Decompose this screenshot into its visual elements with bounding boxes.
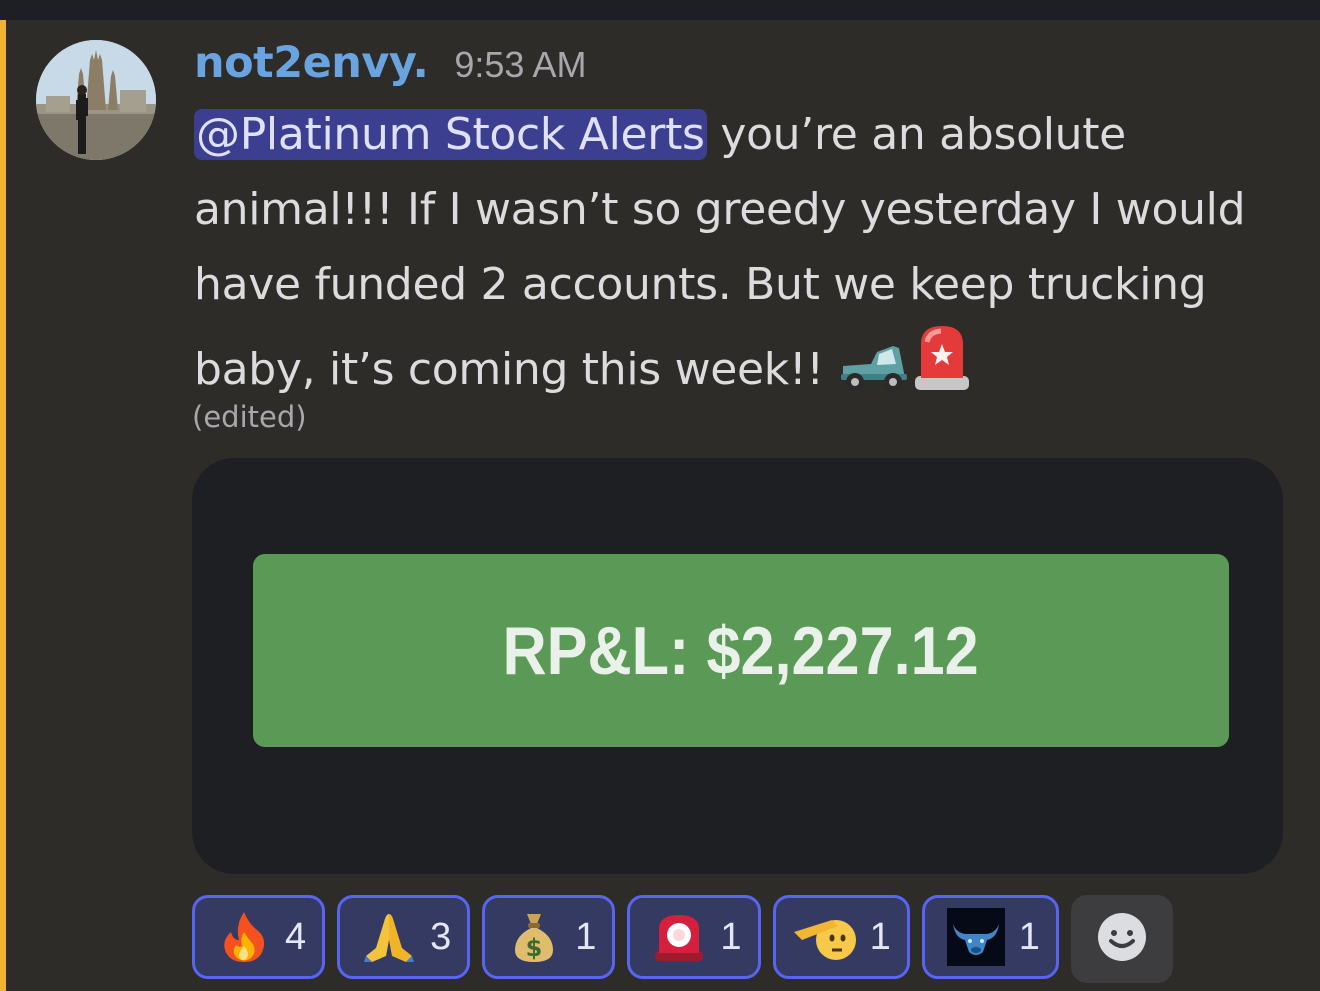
reaction-saluting-face[interactable]: 1 — [772, 895, 910, 979]
rotating-light-icon — [911, 322, 973, 417]
reaction-bull-custom[interactable]: 1 — [921, 895, 1059, 979]
reaction-rotating-light[interactable]: 1 — [627, 895, 761, 979]
pnl-value: RP&L: $2,227.12 — [502, 612, 980, 689]
rotating-light-icon — [652, 910, 706, 964]
message-header: not2envy. 9:53 AM — [194, 38, 586, 88]
bull-icon — [946, 908, 1005, 966]
reaction-count: 1 — [869, 915, 891, 958]
highlight-accent-bar — [0, 20, 6, 991]
svg-text:$: $ — [526, 934, 543, 962]
folded-hands-icon — [362, 910, 416, 964]
user-avatar[interactable] — [36, 40, 156, 160]
user-mention[interactable]: @Platinum Stock Alerts — [194, 109, 707, 160]
pnl-banner: RP&L: $2,227.12 — [253, 554, 1229, 747]
reaction-count: 1 — [575, 915, 597, 958]
smiley-face-icon — [1096, 911, 1148, 967]
add-reaction-button[interactable] — [1070, 895, 1173, 983]
chat-message: not2envy. 9:53 AM @Platinum Stock Alerts… — [0, 20, 1320, 991]
message-content: @Platinum Stock Alerts you’re an absolut… — [194, 97, 1294, 417]
reaction-count: 3 — [430, 915, 452, 958]
reaction-folded-hands[interactable]: 3 — [337, 895, 471, 979]
saluting-face-icon — [792, 910, 856, 964]
pickup-truck-icon — [837, 338, 911, 417]
reaction-count: 4 — [285, 915, 307, 958]
image-embed[interactable]: RP&L: $2,227.12 — [192, 458, 1283, 874]
top-bar — [0, 0, 1320, 20]
username[interactable]: not2envy. — [194, 38, 429, 88]
timestamp: 9:53 AM — [454, 44, 587, 85]
reaction-fire[interactable]: 4 — [192, 895, 326, 979]
money-bag-icon: $ — [507, 910, 561, 964]
avatar-photo-icon — [36, 40, 156, 160]
fire-icon — [217, 910, 271, 964]
edited-label: (edited) — [192, 400, 307, 434]
reaction-count: 1 — [1018, 915, 1040, 958]
reactions-bar: 4 3 $ 1 1 1 1 — [192, 895, 1173, 983]
reaction-count: 1 — [720, 915, 742, 958]
reaction-money-bag[interactable]: $ 1 — [482, 895, 616, 979]
